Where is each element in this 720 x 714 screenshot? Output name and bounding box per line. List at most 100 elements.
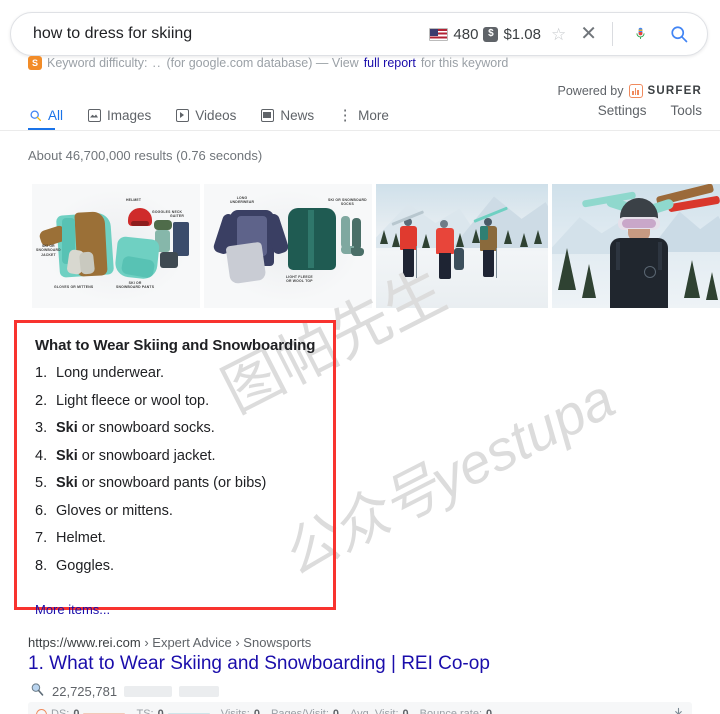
metric-avg-label: Avg. Visit: bbox=[350, 708, 399, 714]
tab-videos[interactable]: Videos bbox=[175, 100, 236, 130]
tab-all[interactable]: All bbox=[28, 100, 63, 130]
metric-ts-label: TS: bbox=[136, 708, 154, 714]
list-item-text: Ski or snowboard socks. bbox=[56, 420, 215, 436]
list-item-number: 2. bbox=[35, 392, 48, 409]
metric-bounce-value: 0 bbox=[486, 708, 493, 714]
settings-button[interactable]: Settings bbox=[598, 103, 647, 118]
us-flag-icon bbox=[429, 27, 449, 41]
image-result-2[interactable]: LONG UNDERWEAR SKI or SNOWBOARD SOCKS LIGH… bbox=[204, 184, 372, 308]
metric-ts: TS: 0 bbox=[136, 708, 210, 714]
image-result-1[interactable]: SKI or SNOWBOARD JACKET HELMET GOGGLES NEC… bbox=[32, 184, 200, 308]
result-title-text: What to Wear Skiing and Snowboarding | R… bbox=[49, 653, 490, 674]
tab-images[interactable]: Images bbox=[87, 100, 151, 130]
metric-bounce-rate: Bounce rate: 0 bbox=[420, 708, 493, 714]
download-icon[interactable] bbox=[673, 707, 684, 714]
settings-tools-group: Settings Tools bbox=[598, 103, 702, 118]
nav-separator bbox=[0, 130, 720, 131]
keyword-difficulty-loading: .. bbox=[152, 56, 162, 70]
list-item: 4. Ski or snowboard jacket. bbox=[35, 447, 325, 464]
metric-avg-value: 0 bbox=[402, 708, 409, 714]
full-report-link[interactable]: full report bbox=[364, 56, 416, 70]
list-item: 7. Helmet. bbox=[35, 531, 325, 546]
metric-ds-label: DS: bbox=[51, 708, 70, 714]
list-item-number: 8. bbox=[35, 557, 48, 574]
metric-visits: Visits: 0 bbox=[221, 708, 260, 714]
keyword-difficulty-suffix: for this keyword bbox=[420, 56, 509, 70]
list-item: 3. Ski or snowboard socks. bbox=[35, 421, 325, 436]
metric-ds: DS: 0 bbox=[36, 708, 126, 714]
star-outline-icon[interactable]: ☆ bbox=[548, 26, 569, 43]
metric-pages-label: Pages/Visit: bbox=[270, 708, 329, 714]
image-result-3[interactable] bbox=[376, 184, 548, 308]
list-item-text: Light fleece or wool top. bbox=[56, 392, 210, 409]
image-1-label-goggles: GOGGLES bbox=[152, 210, 171, 214]
metric-avg-visit: Avg. Visit: 0 bbox=[350, 708, 409, 714]
image-2-label-fleece: LIGHT FLEECE or WOOL TOP bbox=[286, 275, 313, 284]
featured-snippet-title: What to Wear Skiing and Snowboarding bbox=[35, 337, 316, 354]
list-item: 1. Long underwear. bbox=[35, 366, 325, 381]
list-item-number: 5. bbox=[35, 475, 48, 491]
search-results-page: 480 $ $1.08 ☆ ✕ bbox=[0, 0, 720, 714]
search-volume-value: 480 bbox=[453, 25, 479, 43]
metric-placeholder-1 bbox=[124, 685, 173, 697]
search-icon[interactable] bbox=[660, 24, 693, 44]
list-item-number: 1. bbox=[35, 365, 48, 381]
list-item-text: Helmet. bbox=[56, 530, 106, 546]
image-icon bbox=[87, 108, 101, 122]
more-items-link[interactable]: More items... bbox=[35, 602, 110, 617]
result-title-link[interactable]: 1. What to Wear Skiing and Snowboarding … bbox=[28, 653, 490, 675]
microphone-icon[interactable] bbox=[626, 24, 655, 44]
keyword-difficulty-label: Keyword difficulty: bbox=[47, 56, 148, 70]
search-divider bbox=[612, 22, 613, 46]
tab-more[interactable]: ⋮ More bbox=[338, 100, 389, 130]
surfer-brand-name: SURFER bbox=[647, 85, 702, 97]
metric-visits-label: Visits: bbox=[220, 708, 250, 714]
keyword-difficulty-database-note: (for google.com database) — View bbox=[166, 56, 359, 70]
gauge-icon bbox=[36, 708, 47, 714]
tools-button[interactable]: Tools bbox=[670, 103, 702, 118]
list-item-number: 6. bbox=[35, 502, 48, 519]
video-icon bbox=[175, 108, 189, 122]
image-1-label-helmet: HELMET bbox=[126, 198, 142, 202]
metric-ts-value: 0 bbox=[157, 708, 164, 714]
result-url-breadcrumb: › Expert Advice › Snowsports bbox=[144, 635, 312, 650]
list-item-text: Gloves or mittens. bbox=[56, 502, 173, 519]
list-item: 8. Goggles. bbox=[35, 557, 325, 574]
search-bar-container: 480 $ $1.08 ☆ ✕ bbox=[10, 12, 708, 56]
news-icon bbox=[260, 108, 274, 122]
surfer-seo-icon: S bbox=[28, 56, 42, 70]
tab-images-label: Images bbox=[107, 107, 152, 123]
cpc-badge-icon: $ bbox=[483, 26, 499, 42]
featured-snippet-list: 1. Long underwear. 2. Light fleece or wo… bbox=[35, 366, 325, 573]
list-item-number: 4. bbox=[35, 447, 48, 464]
list-item-text: Goggles. bbox=[56, 557, 115, 574]
close-icon[interactable]: ✕ bbox=[574, 24, 605, 44]
result-traffic-metrics: 22,725,781 bbox=[30, 682, 220, 700]
site-metrics-bar: DS: 0 TS: 0 Visits: 0 Pages/Visit: 0 Avg… bbox=[28, 702, 692, 714]
search-metrics-group: 480 $ $1.08 ☆ ✕ bbox=[429, 22, 693, 46]
more-vertical-icon: ⋮ bbox=[337, 106, 353, 124]
list-item-number: 7. bbox=[35, 530, 48, 546]
tab-news[interactable]: News bbox=[260, 100, 314, 130]
tab-videos-label: Videos bbox=[195, 107, 237, 123]
powered-by-label: Powered by bbox=[557, 84, 624, 98]
search-bar[interactable]: 480 $ $1.08 ☆ ✕ bbox=[10, 12, 708, 56]
result-rank: 1. bbox=[28, 653, 44, 674]
image-1-label-gloves: GLOVES or MITTENS bbox=[54, 285, 94, 289]
result-url: https://www.rei.com › Expert Advice › Sn… bbox=[28, 635, 311, 650]
metric-pages-value: 0 bbox=[332, 708, 339, 714]
metric-visits-value: 0 bbox=[253, 708, 260, 714]
list-item: 2. Light fleece or wool top. bbox=[35, 392, 325, 409]
metric-placeholder-2 bbox=[179, 685, 220, 697]
metric-ds-value: 0 bbox=[73, 708, 80, 714]
magnifier-icon bbox=[30, 682, 45, 700]
image-2-label-socks: SKI or SNOWBOARD SOCKS bbox=[328, 198, 367, 207]
image-2-label-underwear: LONG UNDERWEAR bbox=[230, 196, 255, 205]
search-input[interactable] bbox=[31, 24, 430, 44]
featured-snippet: What to Wear Skiing and Snowboarding 1. … bbox=[35, 337, 325, 619]
featured-snippet-highlight-box: What to Wear Skiing and Snowboarding 1. … bbox=[14, 320, 336, 617]
list-item-text: Long underwear. bbox=[56, 365, 165, 381]
powered-by-surfer: Powered by SURFER bbox=[558, 84, 703, 98]
keyword-difficulty-line: S Keyword difficulty: .. (for google.com… bbox=[28, 56, 508, 70]
image-result-4[interactable] bbox=[552, 184, 720, 308]
